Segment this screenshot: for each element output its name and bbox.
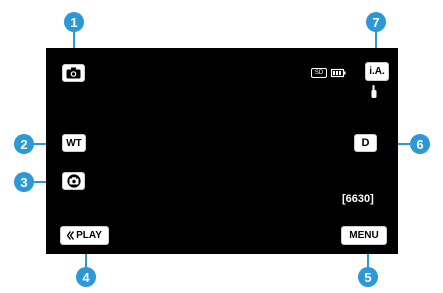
snapshot-button[interactable]	[62, 172, 85, 190]
double-chevron-left-icon	[67, 231, 75, 240]
wt-label: WT	[66, 137, 82, 149]
mode-button[interactable]	[62, 64, 85, 82]
hand-icon	[371, 85, 377, 98]
callout-3: 3	[14, 172, 34, 192]
display-button[interactable]: D	[354, 134, 377, 152]
callout-4: 4	[76, 267, 96, 287]
sd-card-badge: SD	[311, 68, 327, 78]
camera-circle-icon	[66, 174, 81, 188]
callout-6: 6	[410, 134, 430, 154]
callout-5: 5	[358, 267, 378, 287]
zoom-wt-button[interactable]: WT	[62, 134, 86, 152]
callout-7: 7	[366, 12, 386, 32]
ia-label: i.A.	[369, 66, 385, 77]
camera-icon	[66, 67, 81, 79]
camera-screen: SD i.A. WT D [6630] PLAY MENU	[46, 48, 398, 254]
d-label: D	[361, 137, 370, 149]
battery-icon	[330, 68, 346, 78]
menu-label: MENU	[349, 230, 379, 241]
menu-button[interactable]: MENU	[341, 226, 387, 245]
play-label: PLAY	[76, 230, 102, 241]
sd-label: SD	[314, 70, 324, 76]
intelligent-auto-button[interactable]: i.A.	[365, 62, 389, 81]
callout-2: 2	[14, 134, 34, 154]
play-button[interactable]: PLAY	[60, 226, 109, 245]
callout-1: 1	[64, 12, 84, 32]
remaining-shots: [6630]	[342, 193, 374, 205]
